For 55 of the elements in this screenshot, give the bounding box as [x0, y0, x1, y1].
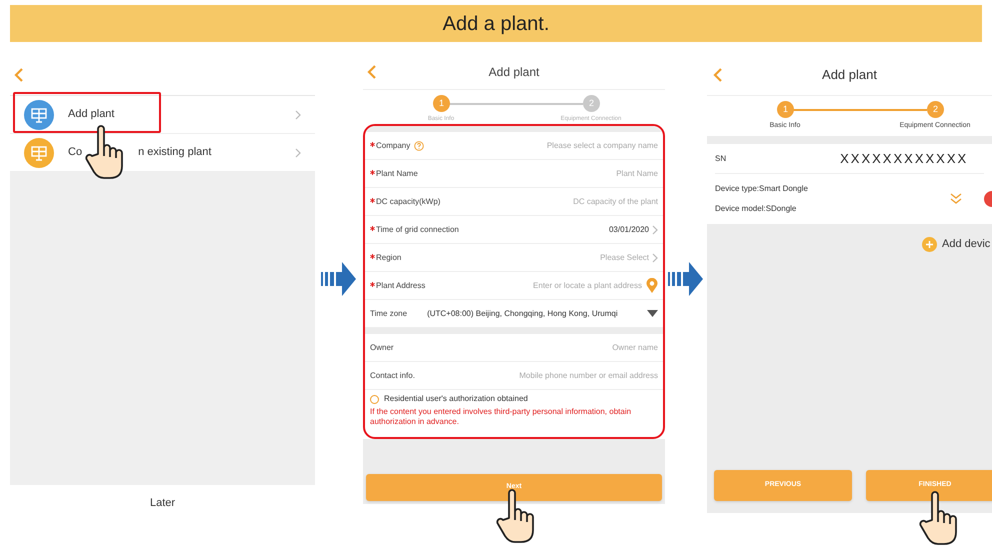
menu-item-label: Co — [68, 145, 82, 160]
picker-field[interactable]: Please Select — [600, 252, 649, 264]
field-label: DC capacity(kWp) — [376, 196, 440, 208]
input-field[interactable]: DC capacity of the plant — [573, 196, 658, 208]
later-link[interactable]: Later — [150, 494, 176, 512]
back-icon[interactable] — [14, 68, 24, 82]
screen-title: Add plant — [822, 66, 877, 84]
checkbox[interactable] — [370, 394, 379, 404]
dropdown-caret-icon — [647, 310, 658, 317]
hand-pointer-icon — [918, 490, 958, 546]
screen-title: Add plant — [488, 64, 540, 81]
step-number: 1 — [433, 95, 450, 112]
device-type: Device type:Smart Dongle — [715, 183, 808, 195]
help-icon[interactable] — [414, 140, 424, 150]
chevron-right-icon — [295, 148, 301, 158]
banner-title: Add a plant. — [442, 12, 550, 36]
right-arrow-icon — [321, 260, 357, 298]
input-field[interactable]: Plant Name — [616, 168, 658, 180]
field-label: Plant Address — [376, 280, 426, 292]
add-device-button[interactable]: Add devic — [922, 236, 992, 252]
delete-icon[interactable] — [984, 191, 992, 207]
hand-pointer-icon — [495, 488, 535, 544]
location-pin-icon[interactable] — [646, 278, 658, 293]
right-arrow-icon — [668, 260, 704, 298]
input-field[interactable]: Please select a company name — [546, 140, 658, 152]
field-label: Company — [376, 140, 410, 152]
input-field[interactable]: Mobile phone number or email address — [519, 370, 658, 382]
chevron-right-icon — [652, 224, 658, 234]
chevron-right-icon — [295, 110, 301, 120]
checkbox-label: Residential user's authorization obtained — [384, 393, 528, 405]
step-number: 2 — [927, 101, 944, 118]
plus-icon — [922, 236, 937, 252]
menu-item-label: Add plant — [68, 107, 114, 122]
chevron-right-icon — [652, 252, 658, 262]
warning-text: If the content you entered involves third-party personal information, obtain authorization in advance. — [370, 407, 632, 427]
menu-item[interactable]: Add plant — [10, 96, 315, 134]
menu-item-label: n existing plant — [138, 145, 212, 160]
step-number: 1 — [777, 101, 794, 118]
field-label: Owner — [370, 342, 394, 354]
hand-pointer-icon — [84, 124, 124, 180]
device-model: Device model:SDongle — [715, 203, 798, 215]
input-field[interactable]: Enter or locate a plant address — [533, 280, 642, 292]
dropdown-field[interactable]: (UTC+08:00) Beijing, Chongqing, Hong Kong, Urumqi — [427, 308, 618, 320]
field-label: Plant Name — [376, 168, 418, 180]
field-label: Region — [376, 252, 402, 264]
picker-field[interactable]: 03/01/2020 — [608, 224, 649, 236]
sn-value: XXXXXXXXXXXX — [840, 150, 968, 168]
expand-chevrons-icon[interactable] — [950, 193, 962, 205]
sn-label: SN — [715, 152, 726, 164]
back-icon[interactable] — [367, 65, 377, 79]
field-label: Time zone — [370, 308, 408, 320]
field-label: Time of grid connection — [376, 224, 459, 236]
field-label: Contact info. — [370, 370, 415, 382]
input-field[interactable]: Owner name — [612, 342, 658, 354]
back-icon[interactable] — [713, 68, 723, 82]
